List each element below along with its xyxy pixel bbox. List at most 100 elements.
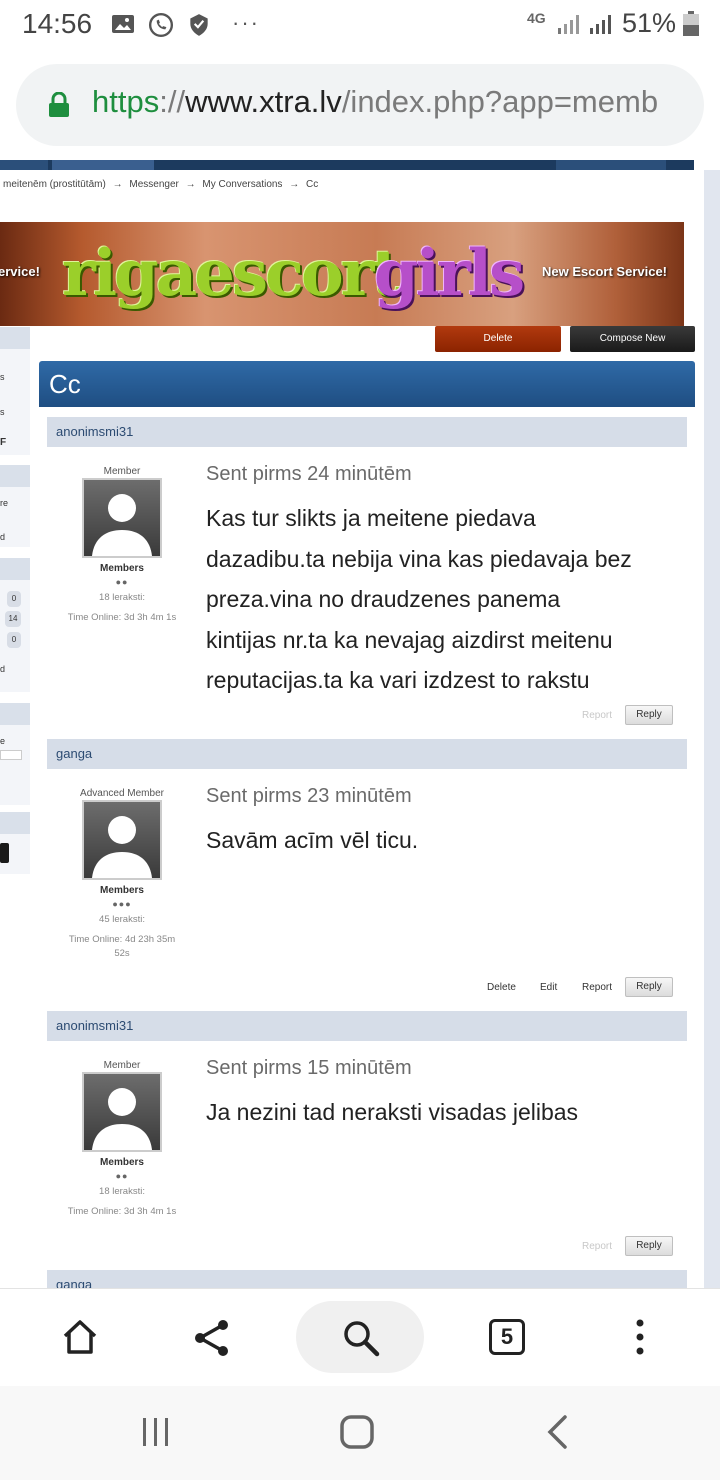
post: anonimsmi31 Member Members ●● 18 lerakst… [47, 417, 687, 739]
back-icon[interactable] [545, 1414, 569, 1455]
breadcrumb: meitenēm (prostitūtām) → Messenger → My … [3, 179, 322, 190]
post-author[interactable]: anonimsmi31 [56, 424, 133, 439]
message-line: Ja nezini tad neraksti visadas jelibas [206, 1099, 579, 1125]
post-role: Member [103, 466, 141, 477]
gallery-icon [111, 12, 135, 36]
member-group: Members [100, 1157, 144, 1168]
sidebar-button[interactable] [0, 843, 9, 863]
post-author[interactable]: ganga [56, 1277, 92, 1288]
system-nav-bar [0, 1386, 720, 1480]
sidebar-text[interactable]: d [0, 664, 5, 674]
sidebar-head [0, 465, 30, 487]
reply-button[interactable]: Reply [625, 705, 673, 725]
share-icon[interactable] [191, 1317, 233, 1364]
post: anonimsmi31 Member Members ●● 18 lerakst… [47, 1011, 687, 1270]
breadcrumb-item[interactable]: meitenēm (prostitūtām) [3, 179, 106, 190]
banner-logo-part2: girls [374, 236, 525, 311]
search-button[interactable] [296, 1301, 424, 1373]
url-path: /index.php?app=memb [341, 84, 659, 119]
sidebar-badge: 0 [7, 632, 21, 648]
url-text[interactable]: https://www.xtra.lv/index.php?app=memb [92, 84, 682, 120]
post-author-bar: anonimsmi31 [47, 417, 687, 447]
post-count: 45 leraksti: [99, 914, 145, 925]
status-time: 14:56 [22, 8, 93, 39]
breadcrumb-item[interactable]: My Conversations [202, 179, 282, 190]
sidebar-input[interactable] [0, 750, 22, 760]
sidebar-head [0, 327, 30, 349]
sidebar-text: re [0, 498, 9, 508]
reply-button[interactable]: Reply [625, 1236, 673, 1256]
network-type: 4G [527, 10, 546, 26]
post-author-bar: ganga [47, 1270, 687, 1288]
url-scheme: https [92, 84, 160, 119]
sidebar-text: s [0, 407, 5, 417]
battery-percent: 51% [622, 8, 677, 38]
post-author-bar: anonimsmi31 [47, 1011, 687, 1041]
delete-button[interactable]: Delete [435, 326, 561, 352]
compose-new-button[interactable]: Compose New [570, 326, 695, 352]
nav-tab-2[interactable] [52, 160, 154, 170]
time-online: Time Online: 4d 23h 35m [68, 934, 176, 945]
home-icon[interactable] [60, 1317, 100, 1362]
post-author[interactable]: anonimsmi31 [56, 1018, 133, 1033]
sent-time: Sent pirms 23 minūtēm [206, 785, 412, 807]
whatsapp-icon [148, 12, 174, 38]
breadcrumb-item[interactable]: Messenger [129, 179, 178, 190]
post-author[interactable]: ganga [56, 746, 92, 761]
breadcrumb-sep: → [289, 179, 300, 190]
web-viewport: meitenēm (prostitūtām) → Messenger → My … [0, 160, 720, 1288]
browser-toolbar: 5 [0, 1288, 720, 1386]
avatar[interactable] [82, 1072, 162, 1152]
url-host: www.xtra.lv [185, 84, 342, 119]
rank-pips: ●● [115, 1171, 129, 1181]
post-author-bar: ganga [47, 739, 687, 769]
site-top-nav [0, 160, 694, 170]
rank-pips: ●● [115, 577, 129, 587]
rank-pips: ●●● [112, 899, 132, 909]
post: ganga Advanced Member Members ●●● 45 ler… [47, 739, 687, 1011]
report-link[interactable]: Report [582, 710, 612, 721]
sent-time: Sent pirms 15 minūtēm [206, 1057, 412, 1079]
nav-search[interactable] [556, 160, 666, 170]
report-link[interactable]: Report [582, 1241, 612, 1252]
post: ganga [47, 1270, 687, 1288]
avatar[interactable] [82, 800, 162, 880]
url-sep: :// [159, 84, 186, 119]
sidebar-text: s [0, 372, 5, 382]
breadcrumb-sep: → [112, 179, 123, 190]
edit-post-link[interactable]: Edit [540, 982, 557, 993]
message-line: dazadibu.ta nebija vina kas piedavaja be… [206, 545, 632, 572]
avatar[interactable] [82, 478, 162, 558]
breadcrumb-sep: → [185, 179, 196, 190]
time-online-cont: 52s [114, 948, 130, 959]
battery-icon [682, 11, 706, 36]
post-count: 18 leraksti: [99, 1186, 145, 1197]
reply-button[interactable]: Reply [625, 977, 673, 997]
sidebar-head [0, 812, 30, 834]
message-line: kintijas nr.ta ka nevajag aizdirst meite… [206, 626, 613, 653]
post-count: 18 leraksti: [99, 592, 145, 603]
banner-tag-right: New Escort Service! [542, 264, 668, 279]
delete-post-link[interactable]: Delete [487, 982, 516, 993]
report-link[interactable]: Report [582, 982, 612, 993]
recents-icon[interactable] [140, 1416, 172, 1453]
message-text: Savām acīm vēl ticu. [206, 820, 681, 861]
signal-icon-1 [556, 12, 580, 36]
right-scroll-track[interactable] [704, 170, 720, 1288]
url-bar[interactable]: https://www.xtra.lv/index.php?app=memb [16, 64, 704, 146]
breadcrumb-current: Cc [306, 179, 319, 190]
more-icon[interactable] [634, 1317, 646, 1362]
home-nav-icon[interactable] [339, 1414, 375, 1455]
member-group: Members [100, 885, 144, 896]
sidebar-head [0, 558, 30, 580]
signal-icon-2 [588, 12, 612, 36]
message-text: Ja nezini tad neraksti visadas jelibas [206, 1092, 681, 1133]
sidebar-text: F [0, 437, 7, 448]
sidebar-text[interactable]: d [0, 532, 5, 542]
sidebar-text: e [0, 736, 6, 746]
nav-tab-1[interactable] [0, 160, 48, 170]
tabs-icon[interactable]: 5 [489, 1319, 525, 1355]
site-banner[interactable]: ervice! rigaescort girls New Escort Serv… [0, 222, 684, 326]
message-text: Kas tur slikts ja meitene piedava dazadi… [206, 498, 681, 701]
conversation-title: Cc [49, 369, 81, 399]
